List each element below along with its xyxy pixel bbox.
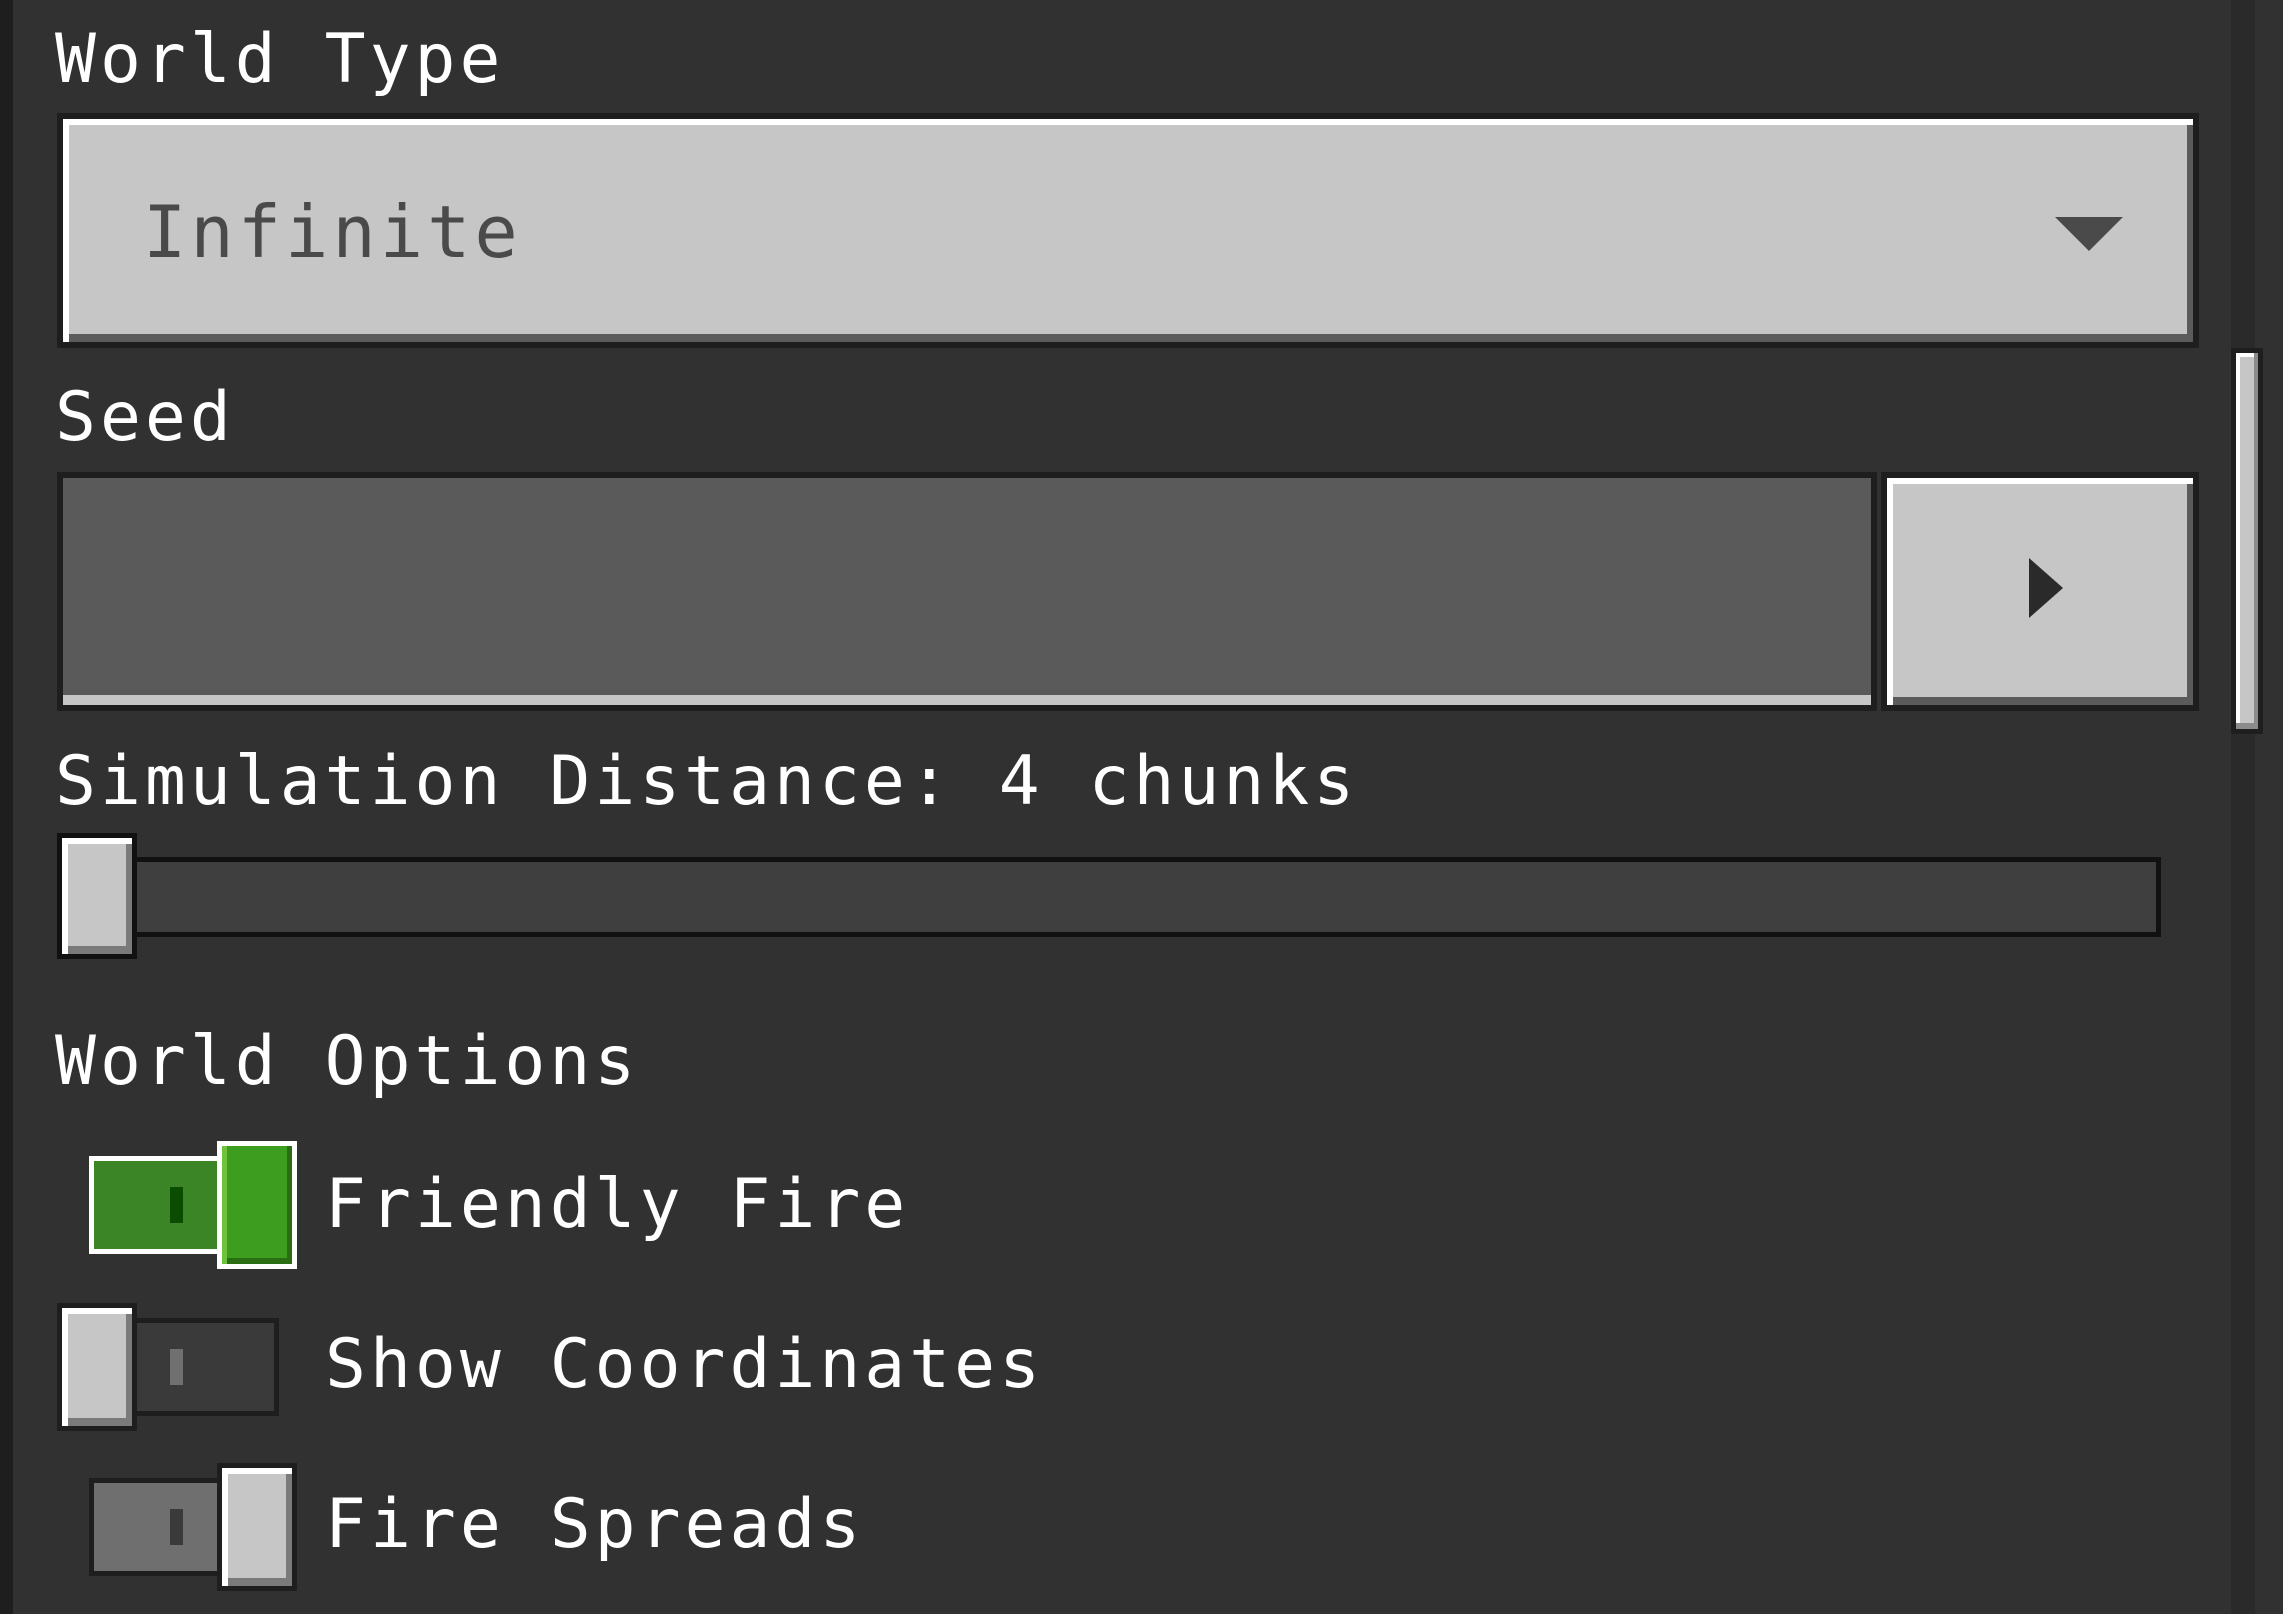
fire-spreads-label: Fire Spreads [325, 1485, 865, 1564]
show-coordinates-toggle[interactable] [57, 1303, 303, 1431]
friendly-fire-label: Friendly Fire [325, 1165, 910, 1244]
friendly-fire-toggle[interactable] [57, 1141, 303, 1269]
scrollbar-track[interactable] [2231, 0, 2255, 1614]
panel-left-border [0, 0, 13, 1614]
toggle-knob [57, 1303, 137, 1431]
world-options-heading: World Options [55, 1022, 640, 1101]
toggle-notch [170, 1349, 183, 1385]
toggle-notch [170, 1509, 183, 1545]
world-type-selected-value: Infinite [143, 190, 522, 274]
world-type-dropdown[interactable]: Infinite [57, 113, 2199, 348]
seed-label: Seed [55, 378, 235, 457]
simulation-distance-slider[interactable] [57, 857, 2161, 937]
world-type-label: World Type [55, 20, 505, 99]
simulation-distance-slider-handle[interactable] [57, 833, 137, 959]
simulation-distance-label: Simulation Distance: 4 chunks [55, 742, 1359, 821]
play-arrow-icon [2029, 558, 2063, 618]
toggle-notch [170, 1187, 183, 1223]
scrollbar-thumb[interactable] [2231, 348, 2263, 734]
fire-spreads-toggle[interactable] [57, 1463, 303, 1591]
chevron-down-icon [2055, 217, 2123, 251]
toggle-knob [217, 1141, 297, 1269]
seed-input[interactable] [57, 472, 1877, 711]
show-coordinates-label: Show Coordinates [325, 1325, 1045, 1404]
toggle-knob [217, 1463, 297, 1591]
seed-generate-button[interactable] [1881, 472, 2199, 711]
